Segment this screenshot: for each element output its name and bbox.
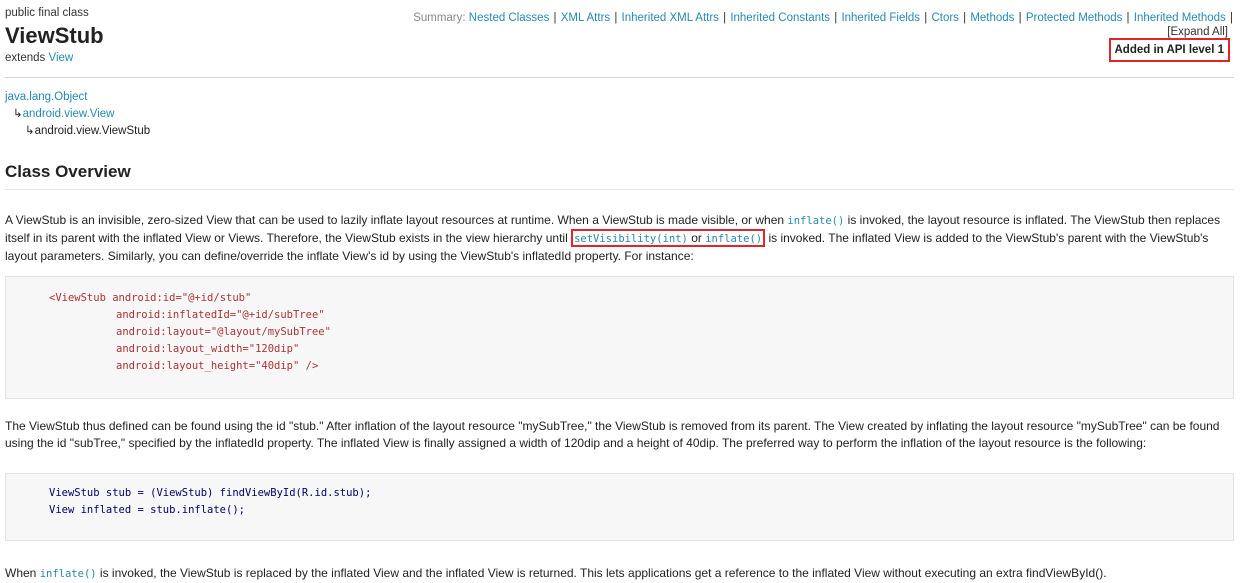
code-line: android:layout_width="120dip": [116, 343, 300, 355]
summary-link-inherited-xml-attrs[interactable]: Inherited XML Attrs: [622, 12, 719, 24]
expand-all-link[interactable]: [Expand All]: [1167, 26, 1228, 38]
inflate-link[interactable]: inflate(): [705, 233, 762, 245]
summary-nav: Summary: Nested Classes | XML Attrs | In…: [413, 12, 1233, 24]
inheritance-object-link[interactable]: java.lang.Object: [5, 91, 87, 103]
java-code-block: ViewStub stub = (ViewStub) findViewById(…: [5, 473, 1234, 541]
java-code: ViewStub stub = (ViewStub) findViewById(…: [49, 485, 371, 519]
para-text: When: [5, 566, 40, 580]
inheritance-current: android.view.ViewStub: [34, 125, 151, 137]
code-line: View inflated = stub.inflate();: [49, 504, 245, 516]
class-modifiers: public final class: [5, 7, 89, 19]
class-header: public final class ViewStub extends View: [5, 7, 104, 64]
overview-paragraph-1: A ViewStub is an invisible, zero-sized V…: [5, 212, 1235, 265]
highlighted-methods: setVisibility(int) or inflate(): [571, 229, 766, 247]
summary-link-nested-classes[interactable]: Nested Classes: [469, 12, 550, 24]
summary-link-methods[interactable]: Methods: [970, 12, 1014, 24]
code-line: android:inflatedId="@+id/subTree": [116, 309, 325, 321]
para-text: or: [687, 231, 706, 245]
summary-link-xml-attrs[interactable]: XML Attrs: [561, 12, 610, 24]
extends-label: extends: [5, 52, 46, 64]
summary-link-ctors[interactable]: Ctors: [931, 12, 958, 24]
tree-branch-icon: ↳: [25, 125, 35, 137]
api-level-badge: Added in API level 1: [1108, 38, 1230, 62]
extends-line: extends View: [5, 52, 104, 64]
class-overview-heading: Class Overview: [5, 162, 131, 181]
summary-link-inherited-fields[interactable]: Inherited Fields: [841, 12, 920, 24]
summary-label: Summary:: [413, 12, 466, 24]
code-tag: <ViewStub: [49, 292, 106, 304]
xml-code: <ViewStub android:id="@+id/stub" android…: [49, 290, 331, 375]
code-line: android:layout="@layout/mySubTree": [116, 326, 331, 338]
set-visibility-link[interactable]: setVisibility(int): [574, 233, 688, 245]
summary-link-inherited-methods[interactable]: Inherited Methods: [1134, 12, 1226, 24]
para-text: A ViewStub is an invisible, zero-sized V…: [5, 213, 788, 227]
para-text: is invoked, the ViewStub is replaced by …: [96, 566, 1107, 580]
extends-view-link[interactable]: View: [48, 52, 73, 64]
overview-divider: [5, 189, 1234, 190]
code-line: android:id="@+id/stub": [105, 292, 252, 304]
summary-link-protected-methods[interactable]: Protected Methods: [1026, 12, 1123, 24]
class-title: ViewStub: [5, 23, 104, 48]
header-divider: [5, 77, 1234, 78]
overview-paragraph-3: When inflate() is invoked, the ViewStub …: [5, 565, 1235, 583]
xml-code-block: <ViewStub android:id="@+id/stub" android…: [5, 276, 1234, 399]
code-line: android:layout_height="40dip" />: [116, 360, 319, 372]
code-line: ViewStub stub = (ViewStub) findViewById(…: [49, 487, 372, 499]
overview-paragraph-2: The ViewStub thus defined can be found u…: [5, 419, 1220, 450]
summary-link-inherited-constants[interactable]: Inherited Constants: [730, 12, 830, 24]
tree-branch-icon: ↳: [13, 108, 23, 120]
inheritance-view-link[interactable]: android.view.View: [23, 108, 115, 120]
inflate-link[interactable]: inflate(): [40, 568, 97, 580]
inheritance-tree: java.lang.Object ↳android.view.View ↳and…: [5, 89, 150, 140]
inflate-link[interactable]: inflate(): [787, 215, 844, 227]
